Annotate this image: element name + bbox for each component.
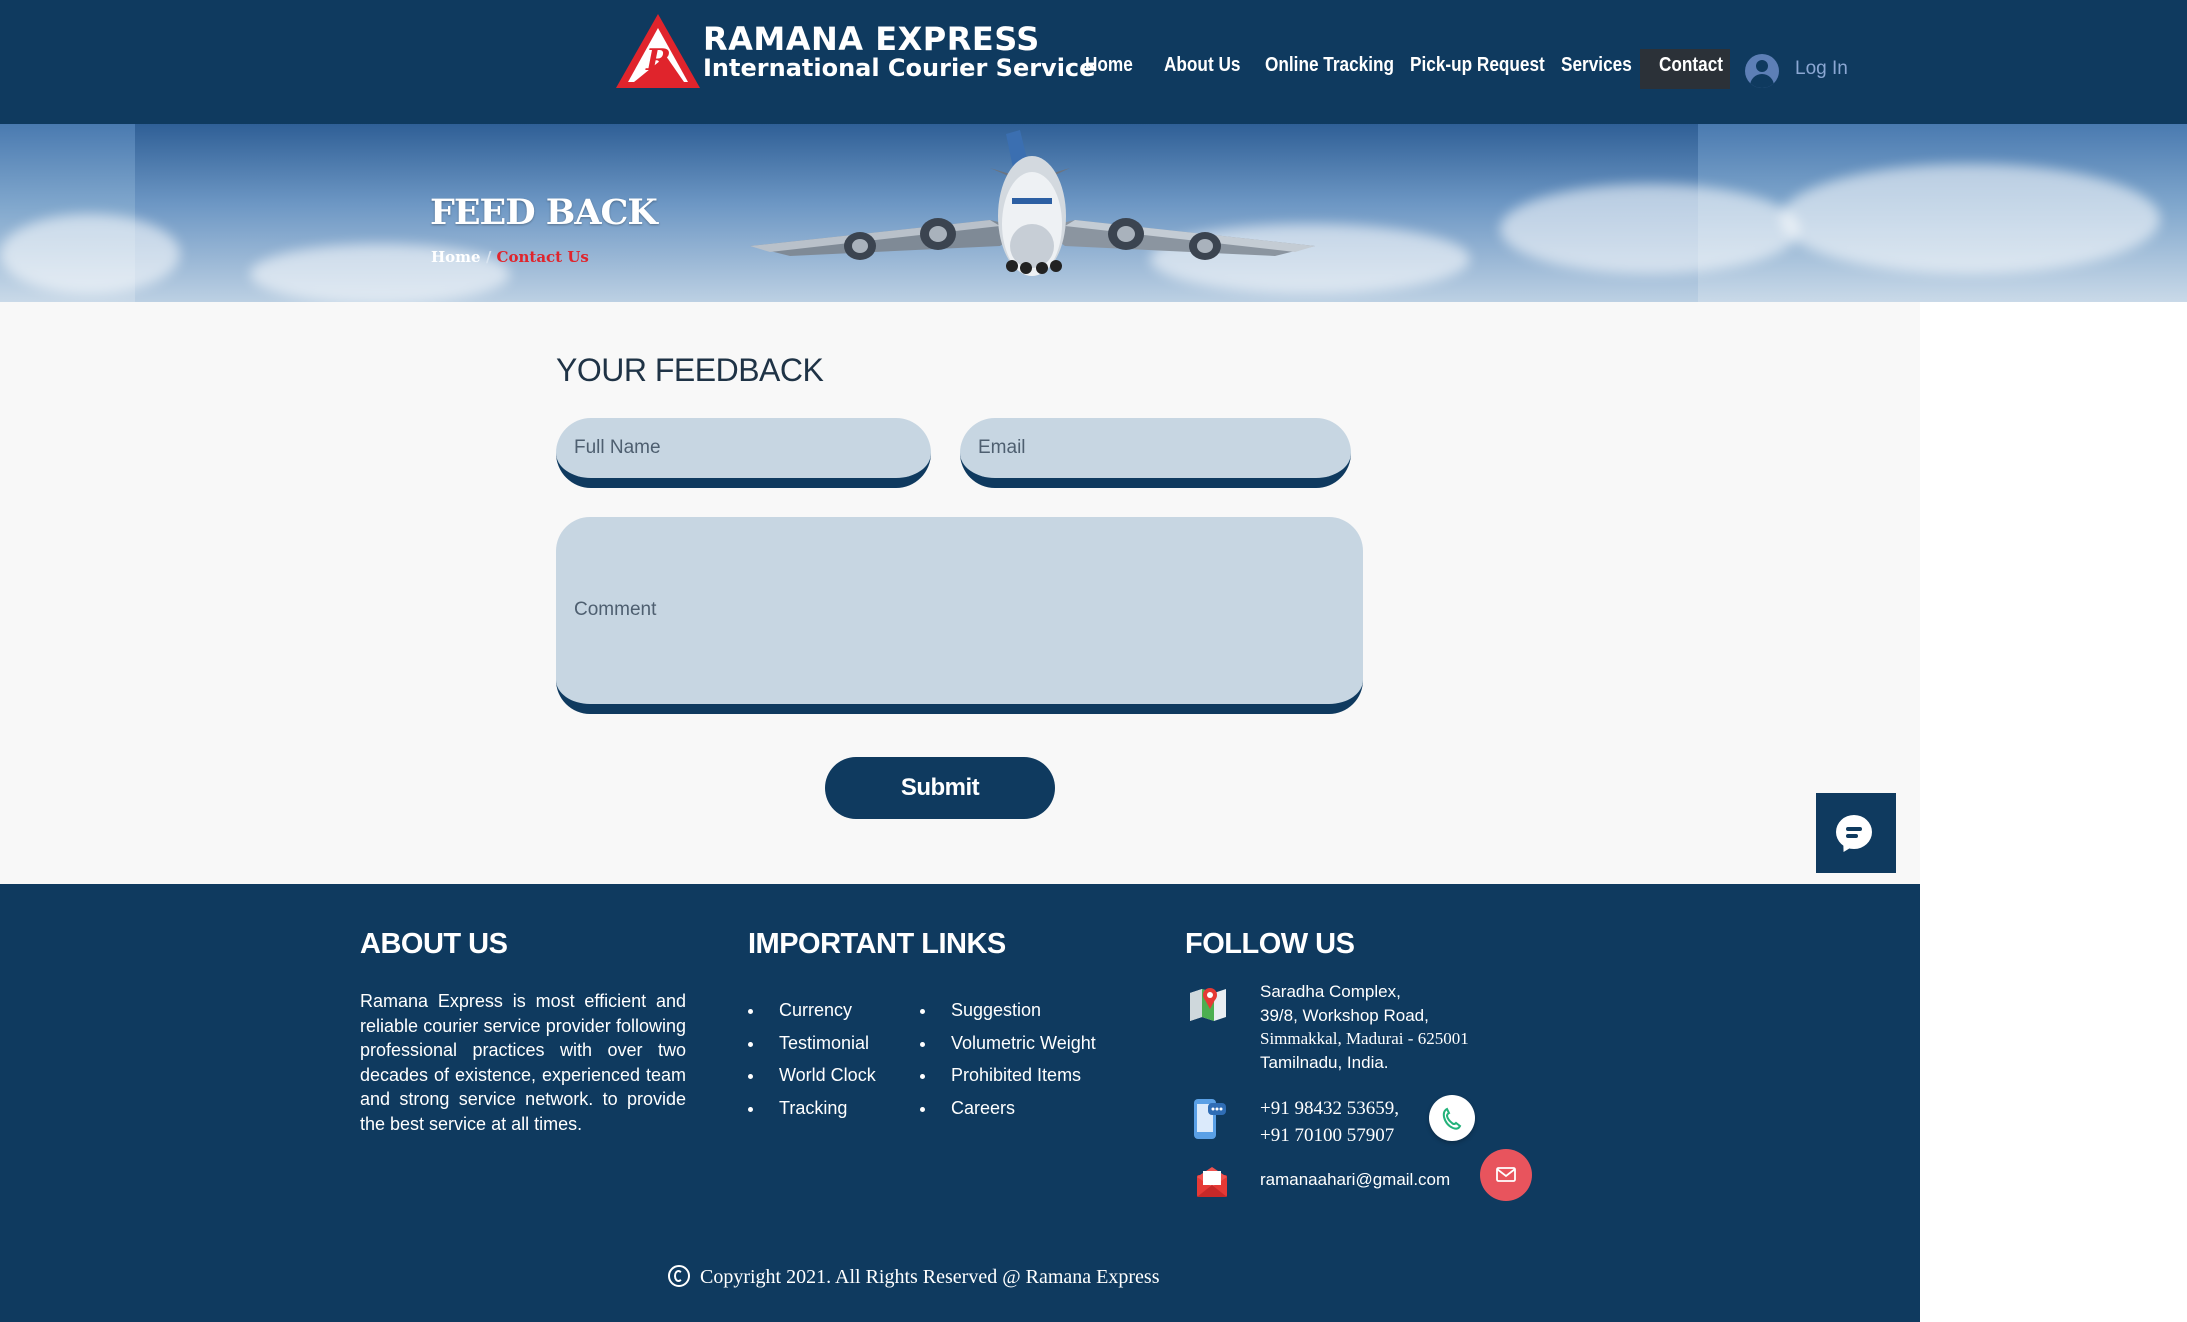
chat-icon-line (1846, 827, 1862, 831)
address-block: Saradha Complex, 39/8, Workshop Road, Si… (1260, 980, 1469, 1074)
address-line: Simmakkal, Madurai - 625001 (1260, 1029, 1469, 1048)
copyright-icon (668, 1265, 690, 1287)
links-list-right: Suggestion Volumetric Weight Prohibited … (920, 1000, 1096, 1130)
comment-field[interactable] (556, 517, 1363, 714)
link-volumetric-weight[interactable]: Volumetric Weight (920, 1033, 1096, 1066)
email-address[interactable]: ramanaahari@gmail.com (1260, 1170, 1450, 1190)
link-currency[interactable]: Currency (748, 1000, 876, 1033)
airplane-image (750, 130, 1315, 276)
chat-button[interactable] (1816, 793, 1896, 873)
login-link[interactable]: Log In (1795, 58, 1848, 80)
links-list-left: Currency Testimonial World Clock Trackin… (748, 1000, 876, 1130)
submit-button[interactable]: Submit (825, 757, 1055, 819)
link-world-clock[interactable]: World Clock (748, 1065, 876, 1098)
nav-home[interactable]: Home (1085, 54, 1133, 77)
about-text: Ramana Express is most efficient and rel… (360, 991, 686, 1134)
logo-mark[interactable]: R (614, 12, 702, 90)
mail-icon (1496, 1167, 1516, 1182)
nav-pickup-request[interactable]: Pick-up Request (1410, 54, 1545, 77)
chat-icon-line (1846, 834, 1858, 838)
full-name-input[interactable] (556, 418, 931, 478)
link-prohibited-items[interactable]: Prohibited Items (920, 1065, 1096, 1098)
page-title: FEED BACK (430, 192, 658, 233)
copyright: Copyright 2021. All Rights Reserved @ Ra… (668, 1265, 1159, 1289)
call-icon (1442, 1107, 1462, 1130)
cloud (1500, 184, 1800, 274)
nav-about-us[interactable]: About Us (1164, 54, 1240, 77)
email-button[interactable] (1480, 1149, 1532, 1201)
link-tracking[interactable]: Tracking (748, 1098, 876, 1131)
breadcrumb-current: Contact Us (496, 248, 589, 266)
link-careers[interactable]: Careers (920, 1098, 1096, 1131)
breadcrumb-home[interactable]: Home (431, 248, 481, 266)
user-avatar-icon[interactable] (1745, 54, 1779, 88)
nav-online-tracking[interactable]: Online Tracking (1265, 54, 1394, 77)
email-input[interactable] (960, 418, 1351, 478)
cloud (1780, 164, 2160, 274)
link-suggestion[interactable]: Suggestion (920, 1000, 1096, 1033)
comment-textarea[interactable] (556, 517, 1363, 704)
svg-text:R: R (645, 43, 671, 78)
map-pin-icon (1190, 988, 1226, 1021)
phone-icon (1194, 1099, 1226, 1139)
links-heading: IMPORTANT LINKS (748, 928, 1006, 960)
form-title: YOUR FEEDBACK (556, 352, 824, 388)
phone-number[interactable]: +91 98432 53659, (1260, 1095, 1399, 1122)
address-line: Saradha Complex, (1260, 982, 1401, 1001)
email-field[interactable] (960, 418, 1351, 488)
call-button[interactable] (1429, 1095, 1475, 1141)
link-testimonial[interactable]: Testimonial (748, 1033, 876, 1066)
phone-block: +91 98432 53659, +91 70100 57907 (1260, 1095, 1399, 1149)
phone-number[interactable]: +91 70100 57907 (1260, 1122, 1399, 1149)
copyright-text: Copyright 2021. All Rights Reserved @ Ra… (700, 1266, 1160, 1288)
brand-subtitle[interactable]: International Courier Service (703, 54, 1095, 82)
nav-services[interactable]: Services (1561, 54, 1632, 77)
envelope-icon (1197, 1167, 1227, 1197)
address-line: 39/8, Workshop Road, (1260, 1005, 1429, 1025)
follow-heading: FOLLOW US (1185, 928, 1355, 960)
nav-contact[interactable]: Contact (1659, 54, 1723, 77)
chat-icon (1836, 815, 1872, 849)
cloud (0, 214, 180, 294)
breadcrumb-separator: / (485, 248, 492, 266)
address-line: Tamilnadu, India. (1260, 1052, 1389, 1072)
full-name-field[interactable] (556, 418, 931, 488)
brand-title[interactable]: RAMANA EXPRESS (703, 20, 1040, 58)
about-heading: ABOUT US (360, 928, 508, 960)
breadcrumb: Home / Contact Us (431, 248, 589, 266)
